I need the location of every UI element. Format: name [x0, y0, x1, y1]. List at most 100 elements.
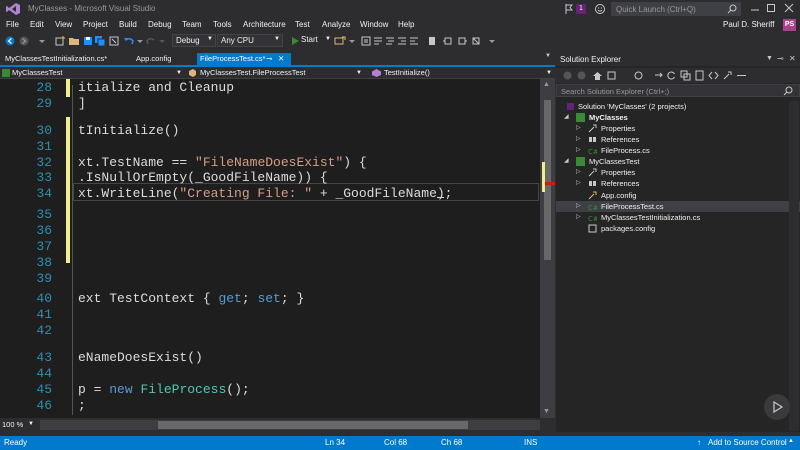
- tree-item-app-config[interactable]: App.config: [556, 190, 800, 201]
- solution-explorer-scrollbar[interactable]: [789, 101, 799, 431]
- new-project-icon[interactable]: [54, 35, 66, 47]
- notification-flag-icon[interactable]: [565, 4, 573, 14]
- menu-window[interactable]: Window: [360, 20, 388, 29]
- menu-analyze[interactable]: Analyze: [322, 20, 350, 29]
- navigate-back-icon[interactable]: [4, 35, 16, 47]
- menu-tools[interactable]: Tools: [213, 20, 232, 29]
- show-all-files-icon[interactable]: [694, 70, 705, 81]
- close-icon[interactable]: ✕: [789, 54, 796, 63]
- uncomment-icon[interactable]: [384, 35, 396, 47]
- back-icon[interactable]: [562, 70, 573, 81]
- tab-myclassestestinitialization[interactable]: MyClassesTestInitialization.cs*: [2, 53, 132, 65]
- close-icon[interactable]: [782, 2, 796, 14]
- quick-launch-input[interactable]: Quick Launch (Ctrl+Q): [611, 2, 741, 16]
- collapse-arrow-icon[interactable]: ▷: [576, 134, 581, 145]
- minimize-icon[interactable]: [748, 2, 762, 14]
- bookmark-prev-icon[interactable]: [442, 35, 454, 47]
- tree-item-packages-config[interactable]: packages.config: [556, 223, 800, 234]
- tree-item-references[interactable]: ▷ References: [556, 178, 800, 189]
- tree-item-project-myclasses[interactable]: ◢ MyClasses: [556, 112, 800, 123]
- tree-item-fileprocess-cs[interactable]: ▷ C# FileProcess.cs: [556, 145, 800, 156]
- collapse-all-icon[interactable]: [680, 70, 691, 81]
- tab-app-config[interactable]: App.config: [133, 53, 193, 65]
- vertical-scrollbar-thumb[interactable]: [544, 100, 551, 260]
- panel-dropdown-icon[interactable]: ▼: [766, 55, 773, 62]
- save-all-icon[interactable]: [94, 35, 106, 47]
- menu-file[interactable]: File: [6, 20, 19, 29]
- member-dropdown[interactable]: TestInitialize() ▼: [372, 67, 552, 79]
- menu-team[interactable]: Team: [182, 20, 202, 29]
- collapse-arrow-icon[interactable]: ▷: [576, 178, 581, 189]
- scroll-down-arrow-icon[interactable]: ▼: [543, 408, 550, 415]
- bookmark-icon[interactable]: [426, 35, 438, 47]
- collapse-arrow-icon[interactable]: ▷: [576, 123, 581, 134]
- outdent-icon[interactable]: [408, 35, 420, 47]
- user-name[interactable]: Paul D. Sheriff: [723, 20, 774, 29]
- add-to-source-control-button[interactable]: Add to Source Control: [708, 438, 787, 447]
- avatar[interactable]: PS: [783, 19, 796, 31]
- menu-build[interactable]: Build: [119, 20, 137, 29]
- menu-test[interactable]: Test: [295, 20, 310, 29]
- collapse-arrow-icon[interactable]: ▷: [576, 212, 581, 223]
- menu-help[interactable]: Help: [398, 20, 414, 29]
- tab-overflow-icon[interactable]: ▼: [545, 53, 551, 59]
- comment-icon[interactable]: [372, 35, 384, 47]
- find-icon[interactable]: [360, 35, 372, 47]
- tree-item-fileprocesstest-cs[interactable]: ▷ C# FileProcessTest.cs: [556, 201, 800, 212]
- forward-icon[interactable]: [576, 70, 587, 81]
- menu-view[interactable]: View: [55, 20, 72, 29]
- navigate-forward-icon[interactable]: [18, 35, 30, 47]
- collapse-arrow-icon[interactable]: ▷: [576, 145, 581, 156]
- solution-configuration-select[interactable]: Debug ▼: [172, 34, 216, 47]
- project-dropdown[interactable]: MyClassesTest ▼: [2, 67, 182, 79]
- solution-explorer-search-input[interactable]: Search Solution Explorer (Ctrl+;): [556, 84, 800, 97]
- cut-icon[interactable]: [108, 35, 120, 47]
- refresh-icon[interactable]: [666, 70, 677, 81]
- pin-icon[interactable]: ⊸: [777, 54, 784, 63]
- tree-item-myclassestestinitialization-cs[interactable]: ▷ C# MyClassesTestInitialization.cs: [556, 212, 800, 223]
- collapse-arrow-icon[interactable]: ▷: [576, 167, 581, 178]
- scroll-up-arrow-icon[interactable]: ▲: [543, 81, 550, 88]
- tree-item-project-myclassestest[interactable]: ◢ MyClassesTest: [556, 156, 800, 167]
- solutions-views-icon[interactable]: [606, 70, 617, 81]
- maximize-icon[interactable]: [764, 2, 778, 14]
- expand-arrow-icon[interactable]: ◢: [564, 156, 569, 167]
- feedback-smiley-icon[interactable]: [594, 3, 606, 15]
- menu-debug[interactable]: Debug: [148, 20, 172, 29]
- close-tab-icon[interactable]: ✕: [278, 53, 284, 65]
- code-editor[interactable]: 28 itialize and Cleanup 29 ] 30 tInitial…: [0, 79, 540, 418]
- menu-project[interactable]: Project: [83, 20, 108, 29]
- menu-architecture[interactable]: Architecture: [243, 20, 286, 29]
- toolbar-overflow-icon[interactable]: [486, 35, 498, 47]
- open-folder-icon[interactable]: [68, 35, 80, 47]
- pending-changes-filter-icon[interactable]: [633, 70, 644, 81]
- view-code-icon[interactable]: [708, 70, 719, 81]
- chevron-up-icon[interactable]: ▲: [788, 438, 794, 444]
- solution-platform-select[interactable]: Any CPU ▼: [217, 34, 283, 47]
- redo-dropdown-icon[interactable]: [156, 35, 168, 47]
- tree-item-properties[interactable]: ▷ Properties: [556, 123, 800, 134]
- home-icon[interactable]: [592, 70, 603, 81]
- indent-icon[interactable]: [396, 35, 408, 47]
- tree-item-references[interactable]: ▷ References: [556, 134, 800, 145]
- dropdown-arrow-icon[interactable]: [36, 35, 48, 47]
- clear-bookmarks-icon[interactable]: [470, 35, 482, 47]
- save-icon[interactable]: [82, 35, 94, 47]
- browser-link-dropdown-icon[interactable]: [346, 35, 358, 47]
- notification-count-badge[interactable]: 1: [576, 4, 586, 14]
- tree-item-properties[interactable]: ▷ Properties: [556, 167, 800, 178]
- browser-link-icon[interactable]: [334, 35, 346, 47]
- collapse-arrow-icon[interactable]: ▷: [576, 201, 581, 212]
- properties-wrench-icon[interactable]: [722, 70, 733, 81]
- expand-arrow-icon[interactable]: ◢: [564, 112, 569, 123]
- class-dropdown[interactable]: MyClassesTest.FileProcessTest ▼: [188, 67, 363, 79]
- horizontal-scrollbar-thumb[interactable]: [158, 421, 468, 429]
- bookmark-next-icon[interactable]: [456, 35, 468, 47]
- tree-item-solution[interactable]: Solution 'MyClasses' (2 projects): [556, 101, 800, 112]
- zoom-select[interactable]: 100 % ▼: [2, 420, 34, 431]
- menu-edit[interactable]: Edit: [30, 20, 44, 29]
- preview-icon[interactable]: [736, 70, 747, 81]
- start-debugging-button[interactable]: Start ▼: [289, 35, 335, 47]
- sync-active-document-icon[interactable]: [653, 70, 664, 81]
- tab-fileprocesstest[interactable]: FileProcessTest.cs* ⊸ ✕: [197, 53, 291, 65]
